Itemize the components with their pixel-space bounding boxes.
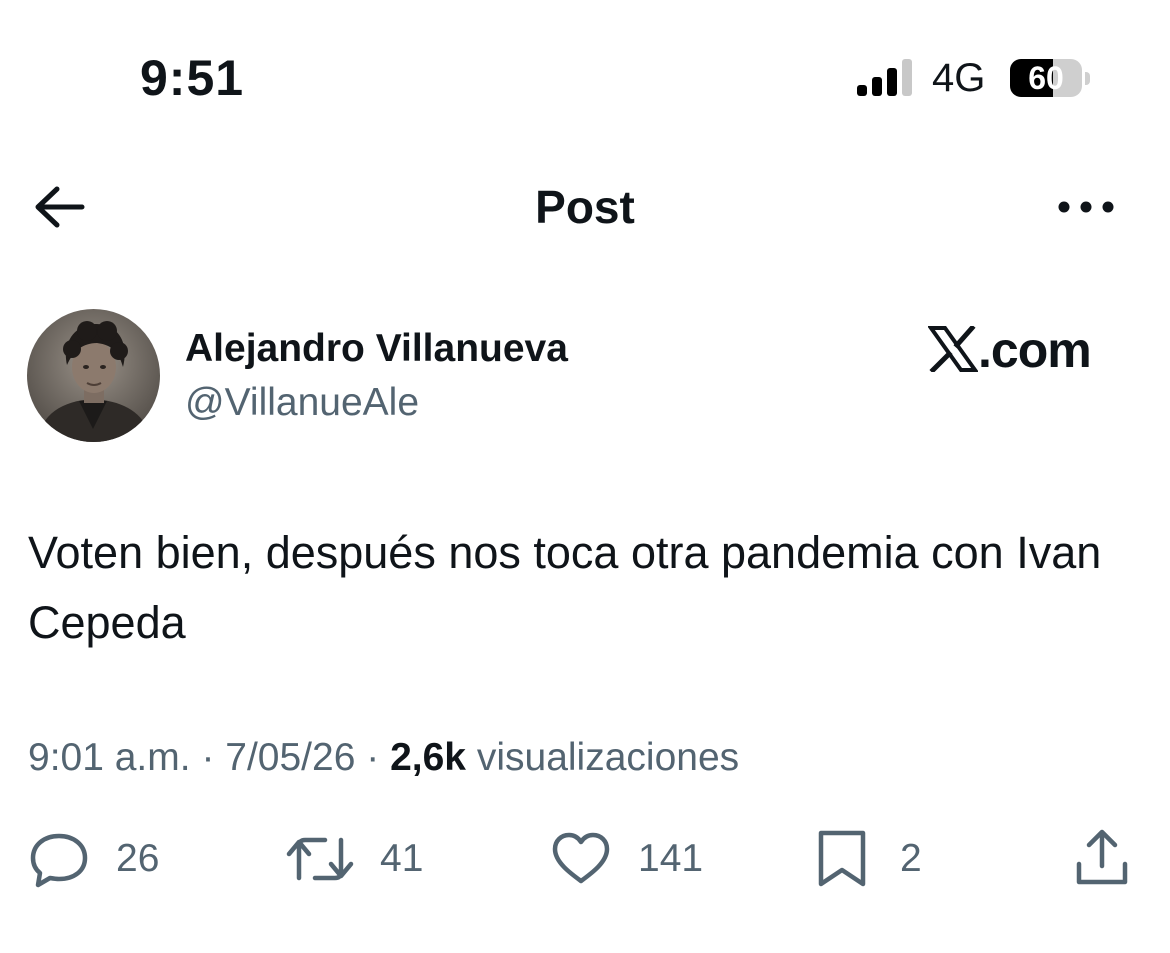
repost-icon: [286, 837, 354, 881]
views-label: visualizaciones: [476, 736, 740, 779]
tweet-time[interactable]: 9:01 a.m.: [28, 736, 191, 779]
status-time: 9:51: [140, 50, 245, 106]
tweet-text: Voten bien, después nos toca otra pandem…: [28, 527, 1102, 648]
views-count[interactable]: 2,6k: [390, 736, 466, 779]
meta-separator: ·: [201, 736, 215, 779]
more-horizontal-icon: [1058, 201, 1114, 213]
author-name[interactable]: Alejandro Villanueva: [185, 326, 568, 372]
author-handle[interactable]: @VillanueAle: [185, 380, 419, 426]
more-options-button[interactable]: [1056, 195, 1116, 219]
meta-separator: ·: [366, 736, 380, 779]
signal-icon: [855, 58, 917, 98]
bookmark-button[interactable]: 2: [812, 828, 932, 890]
network-type: 4G: [932, 56, 986, 100]
share-icon: [1076, 829, 1128, 885]
repost-button[interactable]: 41: [285, 828, 435, 890]
battery-icon: 60: [1010, 59, 1092, 99]
bookmark-icon: [818, 830, 866, 887]
page-title: Post: [535, 181, 635, 233]
battery-body: 60: [1010, 59, 1082, 97]
like-button[interactable]: 141: [550, 828, 710, 890]
avatar-photo: [27, 309, 160, 442]
reply-icon: [30, 833, 88, 888]
x-logo: [928, 326, 978, 372]
battery-tip: [1085, 72, 1090, 85]
avatar[interactable]: [27, 309, 160, 442]
bookmark-count: 2: [900, 837, 922, 880]
battery-level: 60: [1028, 60, 1064, 96]
like-count: 141: [638, 837, 704, 880]
share-button[interactable]: [1072, 828, 1134, 890]
tweet-meta: 9:01 a.m. · 7/05/26 · 2,6k visualizacion…: [28, 735, 739, 781]
reply-count: 26: [116, 837, 160, 880]
tweet-date[interactable]: 7/05/26: [225, 736, 355, 779]
repost-count: 41: [380, 837, 424, 880]
heart-icon: [552, 832, 610, 884]
watermark-text: .com: [978, 322, 1092, 378]
reply-button[interactable]: 26: [28, 828, 178, 890]
